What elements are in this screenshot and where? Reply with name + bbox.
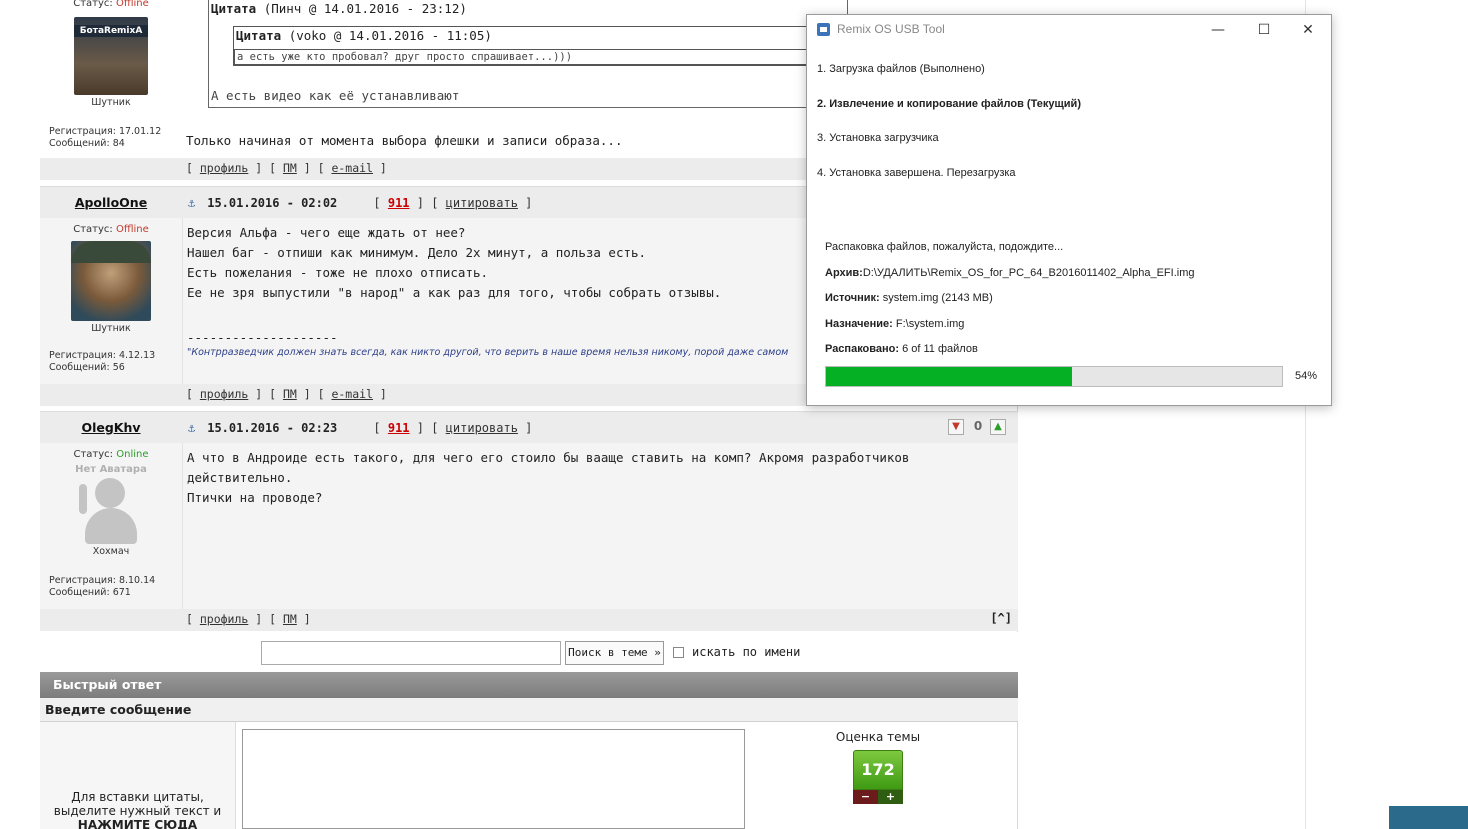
email-link[interactable]: e-mail (331, 161, 373, 175)
avatar-caption: Нет Аватара (75, 464, 147, 475)
avatar: БотаRemixA (74, 17, 148, 95)
anchor-icon[interactable]: ⚓ (188, 421, 200, 435)
status-badge: Online (116, 449, 149, 460)
quote-outer: Цитата (Пинч @ 14.01.2016 - 23:12) Цитат… (208, 0, 850, 108)
status-line: Статус: Offline (73, 224, 149, 235)
rating-plus-button[interactable]: + (878, 790, 903, 804)
post-sidebar: Статус: Offline БотаRemixA Шутник Регист… (40, 0, 182, 158)
status-badge: Offline (115, 0, 149, 9)
minimize-button[interactable]: — (1195, 15, 1241, 45)
step-download: 1. Загрузка файлов (Выполнено) (817, 63, 985, 75)
post-header-olegkhv: OlegKhv ⚓ 15.01.2016 - 02:23 [ 911 ] [ ц… (40, 411, 1018, 443)
quick-reply-header: Быстрый ответ (40, 672, 1018, 698)
quote-inner: Цитата (voko @ 14.01.2016 - 11:05) а ест… (233, 26, 850, 66)
signature-text: "Контрразведчик должен знать всегда, как… (187, 347, 789, 358)
avatar (71, 241, 151, 321)
enter-message-label: Введите сообщение (40, 698, 1018, 722)
post-footer-links: [ профиль ] [ ПМ ] [ e-mail ] (186, 161, 387, 175)
quote-outer-header: Цитата (Пинч @ 14.01.2016 - 23:12) (211, 1, 467, 16)
insert-quote-link[interactable]: НАЖМИТЕ СЮДА (40, 818, 235, 829)
topic-search: Поиск в теме » искать по имени (40, 632, 1018, 672)
window-titlebar[interactable]: Remix OS USB Tool — ☐ ✕ (807, 15, 1331, 45)
profile-link[interactable]: профиль (200, 161, 248, 175)
source-line: Источник: system.img (2143 MB) (825, 292, 993, 304)
scroll-top-link[interactable]: [^] (990, 611, 1012, 625)
quote-inner-text: а есть уже кто пробовал? друг просто спр… (234, 49, 850, 65)
search-by-name-label: искать по имени (692, 645, 801, 659)
unpacked-line: Распаковано: 6 of 11 файлов (825, 343, 978, 355)
reply-textarea[interactable] (242, 729, 745, 829)
post-date: 15.01.2016 - 02:23 (207, 421, 338, 435)
post-date: 15.01.2016 - 02:02 (207, 196, 338, 210)
user-role: Шутник (91, 97, 131, 108)
step-extract: 2. Извлечение и копирование файлов (Теку… (817, 98, 1081, 110)
user-reginfo: Регистрация: 17.01.12 Сообщений: 84 (49, 126, 162, 149)
status-line: Статус: Offline (73, 0, 149, 9)
pm-link[interactable]: ПМ (283, 387, 297, 401)
post-sidebar: Статус: Offline Шутник Регистрация: 4.12… (40, 218, 182, 384)
post-meta: ⚓ 15.01.2016 - 02:02 [ 911 ] [ цитироват… (188, 196, 533, 210)
author-link[interactable]: OlegKhv (40, 420, 182, 435)
destination-line: Назначение: F:\system.img (825, 318, 965, 330)
rating-minus-button[interactable]: − (853, 790, 878, 804)
quote-link[interactable]: цитировать (446, 196, 518, 210)
anchor-icon[interactable]: ⚓ (188, 196, 200, 210)
quote-outer-text: А есть видео как её устанавливают (211, 88, 460, 103)
user-role: Хохмач (92, 546, 130, 557)
post-rating: ▼ 0 ▲ (948, 418, 1010, 438)
progress-bar (825, 366, 1283, 387)
post-text: А что в Андроиде есть такого, для чего е… (187, 450, 910, 505)
topic-rating-label: Оценка темы (835, 730, 921, 744)
post-text: Только начиная от момента выбора флешки … (186, 133, 623, 148)
search-by-name-checkbox[interactable] (673, 647, 684, 658)
status-text: Распаковка файлов, пожалуйста, подождите… (825, 241, 1064, 253)
window-title: Remix OS USB Tool (837, 22, 945, 36)
status-badge: Offline (115, 224, 149, 235)
progress-fill (826, 367, 1073, 386)
taskbar-corner (1389, 806, 1468, 829)
search-input[interactable] (261, 641, 561, 665)
post-number-link[interactable]: 911 (388, 421, 410, 435)
pm-link[interactable]: ПМ (283, 161, 297, 175)
user-reginfo: Регистрация: 4.12.13 Сообщений: 56 (49, 350, 156, 373)
post-body: А что в Андроиде есть такого, для чего е… (182, 443, 1018, 609)
avatar-caption: БотаRemixA (74, 25, 148, 37)
thumb-down-icon[interactable]: ▼ (948, 419, 964, 435)
progress-percent: 54% (1295, 370, 1318, 382)
thumb-up-icon[interactable]: ▲ (990, 419, 1006, 435)
quote-hint: Для вставки цитаты, выделите нужный текс… (40, 722, 236, 829)
user-role: Шутник (91, 323, 131, 334)
topic-rating-value: 172 (853, 750, 903, 790)
author-link[interactable]: ApolloOne (40, 195, 182, 210)
archive-line: Архив:D:\УДАЛИТЬ\Remix_OS_for_PC_64_B201… (825, 267, 1195, 279)
pm-link[interactable]: ПМ (283, 612, 297, 626)
step-complete: 4. Установка завершена. Перезагрузка (817, 167, 1016, 179)
topic-rating-controls: − + (853, 790, 903, 804)
post-meta: ⚓ 15.01.2016 - 02:23 [ 911 ] [ цитироват… (188, 421, 533, 435)
quote-link[interactable]: цитировать (446, 421, 518, 435)
post-footer: [ профиль ] [ ПМ ] [^] (40, 609, 1018, 631)
quote-inner-header: Цитата (voko @ 14.01.2016 - 11:05) (236, 28, 492, 43)
profile-link[interactable]: профиль (200, 612, 248, 626)
user-reginfo: Регистрация: 8.10.14 Сообщений: 671 (49, 575, 156, 598)
signature-separator: -------------------- (187, 330, 338, 345)
step-bootloader: 3. Установка загрузчика (817, 132, 939, 144)
post-rating-value: 0 (973, 419, 983, 433)
post-footer-links: [ профиль ] [ ПМ ] (186, 612, 311, 626)
post-sidebar: Статус: Online Нет Аватара Хохмач Регист… (40, 443, 182, 609)
post-footer-links: [ профиль ] [ ПМ ] [ e-mail ] (186, 387, 387, 401)
status-line: Статус: Online (73, 449, 149, 460)
post-number-link[interactable]: 911 (388, 196, 410, 210)
profile-link[interactable]: профиль (200, 387, 248, 401)
post-text: Версия Альфа - чего еще ждать от нее? На… (187, 225, 722, 300)
search-button[interactable]: Поиск в теме » (565, 641, 664, 665)
remix-usb-tool-window: Remix OS USB Tool — ☐ ✕ 1. Загрузка файл… (806, 14, 1332, 406)
close-button[interactable]: ✕ (1285, 15, 1331, 45)
email-link[interactable]: e-mail (331, 387, 373, 401)
maximize-button[interactable]: ☐ (1241, 15, 1287, 45)
avatar: Нет Аватара (71, 464, 151, 544)
app-icon (817, 23, 830, 36)
